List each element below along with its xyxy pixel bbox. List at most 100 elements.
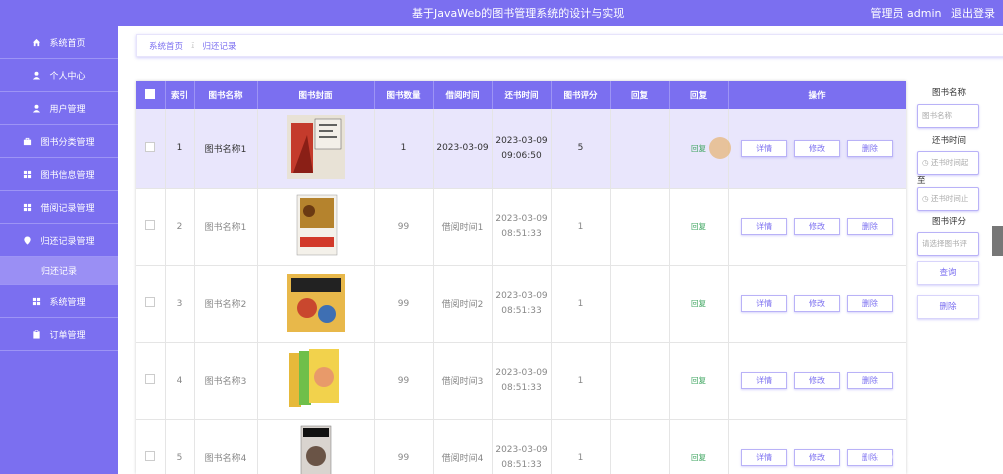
row-score: 1 [551,265,611,343]
row-checkbox[interactable] [145,220,156,230]
row-book-name: 图书名称2 [194,265,258,343]
row-return-time: 2023-03-09 08:51:33 [492,419,552,474]
reply-link[interactable]: 回复 [691,453,706,462]
sidebar-item-borrow-records[interactable]: 借阅记录管理 [0,191,118,224]
sidebar-item-label: 归还记录管理 [40,236,95,247]
col-header-return: 还书时间 [492,81,552,109]
sidebar-item-system[interactable]: 系统管理 [0,285,118,318]
return-time-from-input[interactable]: ◷ 还书时间起 [917,151,979,175]
row-reply-cell [610,188,670,266]
row-score: 5 [551,109,611,189]
table-header-row: 索引 图书名称 图书封面 图书数量 借阅时间 还书时间 图书评分 回复 回复 操… [136,81,906,109]
sidebar-item-users[interactable]: 用户管理 [0,92,118,125]
col-header-qty: 图书数量 [374,81,434,109]
row-actions: 详情 修改 删除 [728,342,906,420]
breadcrumb: 系统首页 ፤ 归还记录 [136,34,1003,57]
row-book-name: 图书名称4 [194,419,258,474]
book-cover-image [300,425,331,474]
detail-button[interactable]: 详情 [741,372,788,389]
user-icon [33,104,41,113]
sidebar-subitem-return-records[interactable]: 归还记录 [0,257,118,285]
sidebar-item-orders[interactable]: 订单管理 [0,318,118,351]
col-header-actions: 操作 [728,81,906,109]
sidebar-item-label: 系统管理 [49,297,86,308]
row-checkbox[interactable] [145,141,156,152]
home-icon [33,38,41,46]
detail-button[interactable]: 详情 [741,218,788,235]
row-checkbox[interactable] [145,451,156,461]
mouse-cursor-highlight [709,137,731,159]
row-score: 1 [551,419,611,474]
edit-button[interactable]: 修改 [794,449,840,466]
sidebar-item-profile[interactable]: 个人中心 [0,59,118,92]
row-book-name: 图书名称1 [194,109,258,189]
sidebar-item-label: 个人中心 [49,71,86,82]
delete-button[interactable]: 删除 [846,372,893,389]
sidebar: 系统首页 个人中心 用户管理 图书分类管理 图书信息管理 借阅记录管理 归还记录… [0,26,118,474]
col-header-name: 图书名称 [194,81,258,109]
detail-button[interactable]: 详情 [741,449,788,466]
reply-link[interactable]: 回复 [691,376,706,385]
book-cover-image [286,274,345,332]
row-return-time: 2023-03-09 09:06:50 [492,109,552,189]
sidebar-item-label: 图书分类管理 [40,137,95,148]
detail-button[interactable]: 详情 [741,295,788,312]
return-time-to-input[interactable]: ◷ 还书时间止 [917,187,979,211]
book-cover-image [286,114,345,179]
row-borrow-time: 借阅时间2 [433,265,493,343]
row-reply-cell [610,342,670,420]
row-qty: 99 [374,265,434,343]
reply-link[interactable]: 回复 [691,222,706,231]
range-separator: 至 [917,176,926,186]
delete-button[interactable]: 删除 [846,139,893,157]
breadcrumb-home[interactable]: 系统首页 [149,40,183,52]
reply-link[interactable]: 回复 [691,144,706,153]
col-header-score: 图书评分 [551,81,611,109]
book-score-select[interactable]: 请选择图书评 [917,232,979,256]
sidebar-item-book-category[interactable]: 图书分类管理 [0,125,118,158]
table-row[interactable]: 3 图书名称2 99 借阅时间2 2023-03-09 08:51:33 1 回… [136,265,906,343]
sidebar-item-label: 用户管理 [49,104,86,115]
row-borrow-time: 2023-03-09 [433,109,493,189]
col-header-reply-2: 回复 [669,81,729,109]
detail-button[interactable]: 详情 [741,139,788,157]
row-actions: 详情 修改 删除 [728,188,906,266]
delete-button[interactable]: 删除 [846,295,893,312]
grid-icon [33,297,41,305]
row-index: 2 [165,188,195,266]
delete-button[interactable]: 删除 [846,218,893,235]
row-actions: 详情 修改 删除 [728,109,906,189]
search-button[interactable]: 查询 [917,261,979,285]
row-book-name: 图书名称3 [194,342,258,420]
row-borrow-time: 借阅时间3 [433,342,493,420]
batch-delete-button[interactable]: 删除 [917,295,979,319]
row-reply-cell [610,265,670,343]
table-row[interactable]: 5 图书名称4 99 借阅时间4 2023-03-09 08:51:33 1 回… [136,419,906,474]
sidebar-item-label: 系统首页 [49,38,86,49]
sidebar-item-return-records-manage[interactable]: 归还记录管理 [0,224,118,257]
location-icon [24,235,32,245]
reply-link[interactable]: 回复 [691,299,706,308]
row-checkbox[interactable] [145,297,156,307]
book-name-input[interactable]: 图书名称 [917,104,979,128]
edit-button[interactable]: 修改 [794,218,840,235]
table-row[interactable]: 2 图书名称1 99 借阅时间1 2023-03-09 08:51:33 1 回… [136,188,906,266]
table-row[interactable]: 4 图书名称3 99 借阅时间3 2023-03-09 08:51:33 1 回… [136,342,906,420]
edit-button[interactable]: 修改 [794,295,840,312]
sidebar-item-label: 借阅记录管理 [40,203,95,214]
book-score-label: 图书评分 [931,217,966,227]
book-name-label: 图书名称 [931,88,966,98]
sidebar-item-home[interactable]: 系统首页 [0,26,118,59]
records-table-wrap: 索引 图书名称 图书封面 图书数量 借阅时间 还书时间 图书评分 回复 回复 操… [136,81,906,474]
row-reply-cell [610,109,670,189]
select-all-checkbox[interactable] [145,88,156,99]
scrollbar-thumb[interactable] [992,226,1003,256]
table-row[interactable]: 1 图书名称1 1 2023-03-09 2023-03-09 09:06:50… [136,109,906,189]
select-all-cell[interactable] [136,81,166,109]
edit-button[interactable]: 修改 [794,139,840,157]
edit-button[interactable]: 修改 [794,372,840,389]
logout-link[interactable]: 退出登录 [951,7,995,20]
row-actions: 详情 修改 删除 [728,265,906,343]
sidebar-item-book-info[interactable]: 图书信息管理 [0,158,118,191]
row-checkbox[interactable] [145,374,156,384]
